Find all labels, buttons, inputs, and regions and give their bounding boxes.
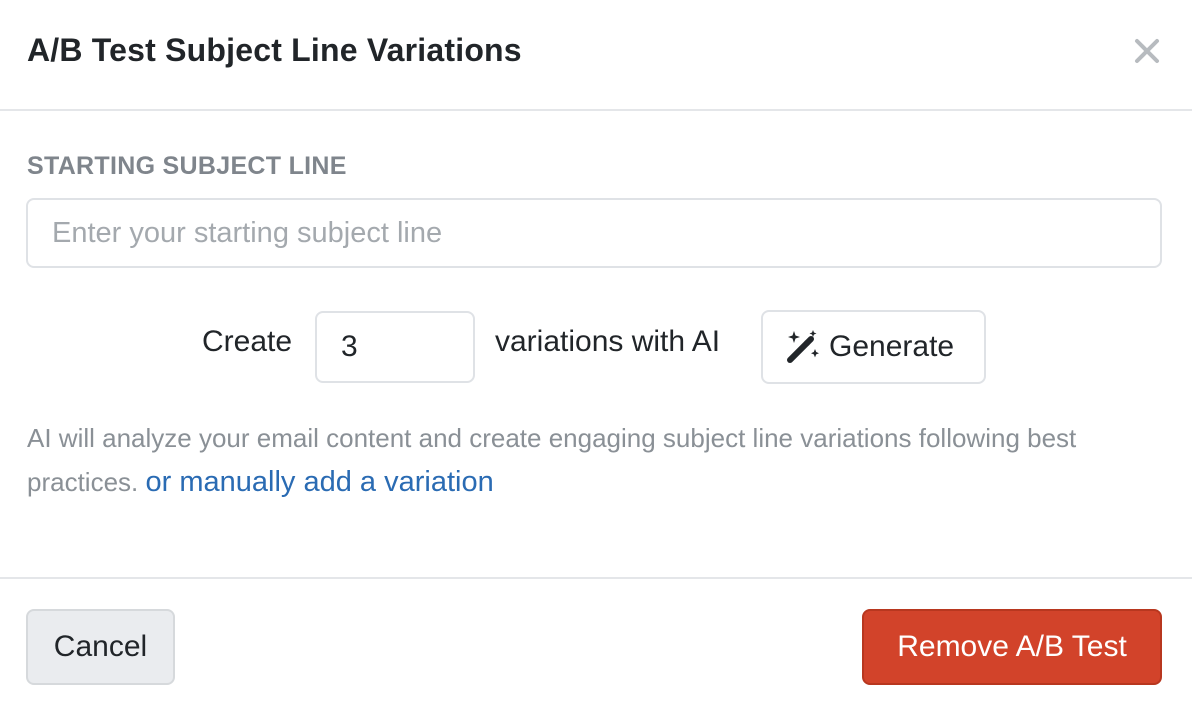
close-icon [1130, 32, 1164, 70]
dialog-title: A/B Test Subject Line Variations [27, 32, 522, 68]
ab-test-dialog: A/B Test Subject Line Variations STARTIN… [0, 0, 1192, 710]
create-label: Create [202, 325, 293, 358]
generate-label: Generate [829, 330, 955, 363]
manual-add-variation-link[interactable]: or manually add a variation [146, 466, 494, 498]
close-button[interactable] [1130, 32, 1164, 70]
dialog-header: A/B Test Subject Line Variations [0, 0, 1192, 111]
variation-count-input[interactable] [315, 311, 475, 383]
magic-wand-icon [785, 329, 821, 365]
variations-with-ai-label: variations with AI [495, 325, 721, 358]
remove-ab-test-button[interactable]: Remove A/B Test [862, 609, 1162, 685]
generate-button[interactable]: Generate [761, 310, 986, 384]
starting-subject-label: STARTING SUBJECT LINE [27, 152, 347, 180]
cancel-button[interactable]: Cancel [26, 609, 175, 685]
starting-subject-input[interactable] [26, 198, 1162, 268]
help-text: AI will analyze your email content and c… [27, 416, 1167, 504]
